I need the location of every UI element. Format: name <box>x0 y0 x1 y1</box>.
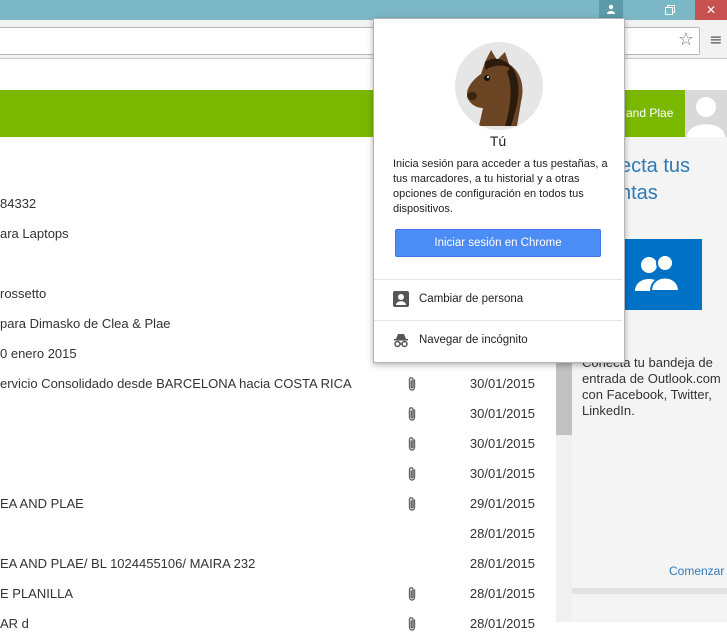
incognito-label: Navegar de incógnito <box>419 334 528 346</box>
mail-date: 30/01/2015 <box>469 406 535 421</box>
mail-row[interactable]: EA AND PLAE 29/01/2015 <box>0 489 556 519</box>
chrome-signin-button[interactable]: Iniciar sesión en Chrome <box>395 229 601 257</box>
paperclip-icon <box>408 497 416 511</box>
profile-name: Tú <box>489 133 507 149</box>
mail-subject: EA AND PLAE/ BL 1024455106/ MAIRA 232 <box>0 556 256 571</box>
connect-description: Conecta tu bandeja de entrada de Outlook… <box>582 355 721 418</box>
right-pane-divider <box>572 588 727 594</box>
incognito-icon <box>394 334 408 348</box>
mail-date: 28/01/2015 <box>469 526 535 541</box>
paperclip-icon <box>408 437 416 451</box>
mail-subject: para Dimasko de Clea & Plae <box>0 316 171 331</box>
get-started-link[interactable]: Comenzar <box>669 564 724 578</box>
connect-title-line2: ntas <box>620 182 658 204</box>
profile-button[interactable] <box>599 0 623 18</box>
mail-date: 28/01/2015 <box>469 616 535 631</box>
mail-subject: E PLANILLA <box>0 586 73 601</box>
mail-row[interactable]: ervicio Consolidado desde BARCELONA haci… <box>0 369 556 399</box>
connect-title-line1: ecta tus <box>620 155 691 177</box>
popup-divider <box>374 320 622 321</box>
avatar[interactable] <box>685 90 727 137</box>
paperclip-icon <box>408 377 416 391</box>
horse-avatar-icon <box>467 50 523 126</box>
restore-icon <box>665 5 675 15</box>
close-window-button[interactable]: ✕ <box>695 0 727 20</box>
mail-date: 28/01/2015 <box>469 556 535 571</box>
person-card-icon <box>393 291 409 307</box>
incognito-item[interactable]: Navegar de incógnito <box>393 330 528 350</box>
popup-divider <box>374 279 622 280</box>
hamburger-menu-icon[interactable]: ≡ <box>707 30 725 50</box>
signin-description: Inicia sesión para acceder a tus pestaña… <box>393 158 608 215</box>
connect-title: ecta tus ntas <box>620 153 690 207</box>
mail-subject: ara Laptops <box>0 226 69 241</box>
switch-person-item[interactable]: Cambiar de persona <box>393 289 523 309</box>
profile-avatar <box>455 42 543 130</box>
switch-person-label: Cambiar de persona <box>419 293 524 305</box>
mail-row[interactable]: 28/01/2015 <box>0 519 556 549</box>
close-icon: ✕ <box>705 3 717 17</box>
mail-subject: ervicio Consolidado desde BARCELONA haci… <box>0 376 352 391</box>
star-icon[interactable]: ☆ <box>676 30 696 50</box>
paperclip-icon <box>408 617 416 631</box>
mail-date: 29/01/2015 <box>469 496 535 511</box>
mail-subject: 0 enero 2015 <box>0 346 77 361</box>
person-icon <box>607 4 615 14</box>
restore-window-button[interactable] <box>657 0 683 20</box>
mail-date: 28/01/2015 <box>469 586 535 601</box>
paperclip-icon <box>408 467 416 481</box>
mail-subject: EA AND PLAE <box>0 496 84 511</box>
mail-date: 30/01/2015 <box>469 436 535 451</box>
mail-date: 30/01/2015 <box>469 466 535 481</box>
mail-row[interactable]: E PLANILLA 28/01/2015 <box>0 579 556 609</box>
mail-subject: rossetto <box>0 286 47 301</box>
paperclip-icon <box>408 587 416 601</box>
mail-subject: AR d <box>0 616 29 631</box>
default-avatar-icon <box>687 97 725 137</box>
mail-row[interactable]: EA AND PLAE/ BL 1024455106/ MAIRA 232 28/… <box>0 549 556 579</box>
mail-row[interactable]: 30/01/2015 <box>0 399 556 429</box>
mail-subject: 84332 <box>0 196 37 211</box>
mail-row[interactable]: AR d 28/01/2015 <box>0 609 556 639</box>
mail-row[interactable]: 30/01/2015 <box>0 429 556 459</box>
mail-row[interactable]: 30/01/2015 <box>0 459 556 489</box>
paperclip-icon <box>408 407 416 421</box>
mail-date: 30/01/2015 <box>469 376 535 391</box>
header-user-name[interactable]: and Plae <box>626 106 673 120</box>
